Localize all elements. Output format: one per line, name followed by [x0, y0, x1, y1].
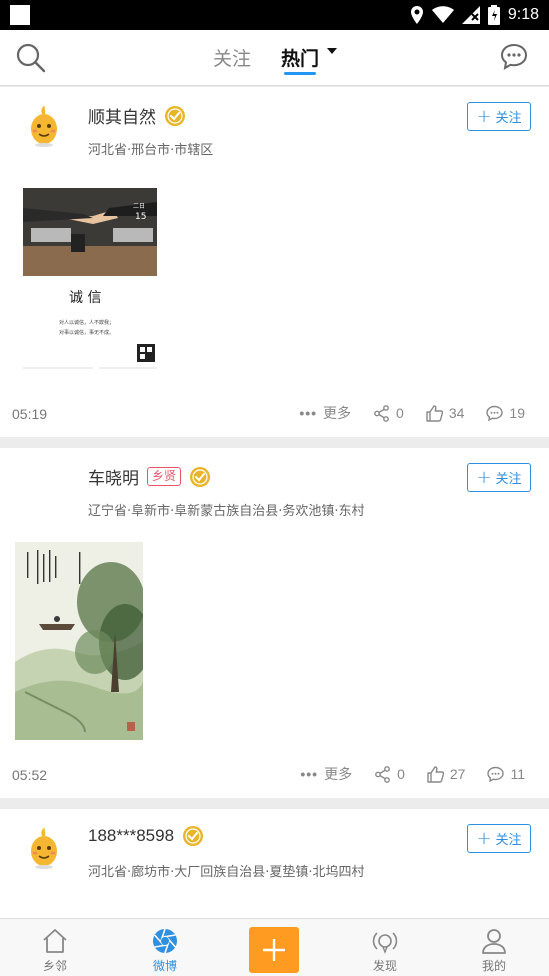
user-name[interactable]: 188***8598 — [88, 826, 174, 846]
share-button[interactable]: 0 — [374, 765, 405, 783]
tab-discover[interactable]: 发现 — [345, 919, 425, 976]
share-button[interactable]: 0 — [373, 404, 404, 422]
search-icon[interactable] — [15, 42, 47, 74]
follow-label: 关注 — [495, 833, 522, 848]
tab-hot[interactable]: 热门 — [281, 44, 319, 71]
post-time: 05:52 — [12, 767, 48, 783]
battery-icon — [487, 5, 500, 25]
feed: 顺其自然 河北省·邢台市·市辖区 + 关注 二日 15 诚 信 对人以诚信，人不… — [0, 87, 549, 939]
tab-weibo[interactable]: 微博 — [125, 919, 205, 976]
location-icon — [410, 6, 423, 24]
post-card[interactable]: 车晓明 乡贤 辽宁省·阜新市·阜新蒙古族自治县·务欢池镇·东村 + 关注 05:… — [0, 448, 549, 798]
signal-icon — [461, 6, 480, 24]
plus-icon — [263, 939, 285, 961]
more-icon: ••• — [299, 405, 318, 421]
verified-icon — [165, 105, 185, 126]
post-image[interactable]: 二日 15 诚 信 对人以诚信，人不欺我； 对事以诚信，事无不成。 — [23, 188, 157, 374]
verified-icon — [183, 826, 204, 846]
plus-icon: + — [476, 827, 492, 849]
tab-neighbor[interactable]: 乡邻 — [15, 919, 95, 976]
share-icon — [375, 765, 390, 783]
wifi-icon — [431, 6, 454, 23]
date-day: 15 — [135, 212, 146, 222]
more-button[interactable]: ••• 更多 — [299, 403, 351, 423]
comment-button[interactable]: 19 — [486, 405, 525, 422]
thumbs-up-icon — [426, 404, 443, 422]
poster-title: 诚 信 — [69, 290, 101, 306]
caret-down-icon[interactable] — [327, 48, 337, 54]
aperture-icon — [153, 928, 177, 954]
like-count: 27 — [449, 766, 466, 782]
more-icon: ••• — [300, 766, 319, 782]
verified-icon — [190, 466, 211, 487]
poster-line-1: 对人以诚信，人不欺我； — [59, 319, 114, 326]
user-name[interactable]: 顺其自然 — [88, 103, 156, 128]
tab-mine[interactable]: 我的 — [454, 919, 534, 976]
share-count: 0 — [397, 766, 405, 782]
broadcast-icon — [372, 932, 398, 954]
user-icon — [482, 929, 506, 954]
status-bar: 9:18 — [0, 0, 549, 30]
follow-button[interactable]: + 关注 — [467, 102, 531, 131]
more-button[interactable]: ••• 更多 — [300, 764, 352, 784]
share-count: 0 — [396, 405, 404, 421]
top-nav: 关注 热门 — [0, 30, 549, 86]
follow-label: 关注 — [495, 111, 522, 126]
avatar[interactable] — [24, 827, 64, 869]
thumbs-up-icon — [427, 765, 444, 783]
location: 河北省·邢台市·市辖区 — [88, 143, 214, 158]
comment-count: 19 — [509, 405, 525, 421]
integrity-poster: 二日 15 诚 信 对人以诚信，人不欺我； 对事以诚信，事无不成。 — [23, 188, 157, 369]
tab-follow[interactable]: 关注 — [213, 44, 251, 71]
avatar[interactable] — [24, 105, 64, 147]
notification-icon — [10, 5, 30, 25]
comment-count: 11 — [510, 766, 525, 782]
like-button[interactable]: 34 — [426, 404, 465, 422]
follow-button[interactable]: + 关注 — [467, 463, 531, 492]
follow-label: 关注 — [495, 472, 522, 487]
bottom-tab-bar: 乡邻 微博 发现 我的 — [0, 918, 549, 976]
ink-painting — [15, 542, 143, 740]
share-icon — [374, 404, 389, 422]
post-actions: ••• 更多 0 27 11 — [300, 764, 525, 784]
like-count: 34 — [448, 405, 465, 421]
location: 河北省·廊坊市·大厂回族自治县·夏垫镇·北坞四村 — [88, 865, 365, 880]
status-badge: 乡贤 — [147, 467, 182, 486]
post-time: 05:19 — [12, 406, 48, 422]
poster-line-2: 对事以诚信，事无不成。 — [59, 329, 114, 336]
home-icon — [43, 929, 67, 953]
new-post-button[interactable] — [249, 927, 299, 973]
plus-icon: + — [476, 466, 492, 488]
post-image[interactable] — [15, 542, 143, 740]
location: 辽宁省·阜新市·阜新蒙古族自治县·务欢池镇·东村 — [88, 504, 365, 519]
comment-icon — [486, 405, 504, 421]
message-icon[interactable] — [499, 42, 529, 72]
tab-indicator — [284, 72, 316, 75]
post-actions: ••• 更多 0 34 19 — [299, 403, 525, 423]
plus-icon: + — [476, 105, 492, 127]
user-name[interactable]: 车晓明 — [88, 464, 139, 489]
status-time: 9:18 — [507, 6, 539, 23]
like-button[interactable]: 27 — [427, 765, 466, 783]
post-card[interactable]: 顺其自然 河北省·邢台市·市辖区 + 关注 二日 15 诚 信 对人以诚信，人不… — [0, 87, 549, 437]
date-weekday: 二日 — [133, 203, 145, 210]
comment-icon — [487, 766, 505, 782]
follow-button[interactable]: + 关注 — [467, 824, 531, 853]
comment-button[interactable]: 11 — [487, 766, 525, 783]
